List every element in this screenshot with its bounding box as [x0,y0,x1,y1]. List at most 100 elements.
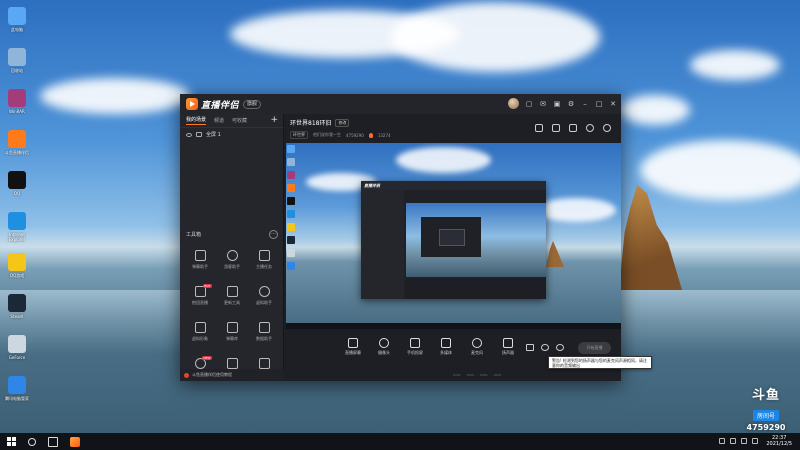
calendar-icon [226,322,238,333]
douyu-room-number: 4759290 [746,423,786,432]
cloud [640,140,800,200]
left-panel: 我的场景 频道 可收藏 + 全屏 1 工具箱 ··· 弹幕助手 游客助手 主播任务 H… [180,114,284,381]
tab-favorites[interactable]: 可收藏 [232,117,247,124]
add-scene-button[interactable]: + [270,116,278,125]
edit-icon[interactable] [569,124,577,132]
tool-item[interactable]: 弹幕库 [216,320,248,350]
minimize-icon[interactable]: – [581,100,589,108]
tab-my-scenes[interactable]: 我的场景 [186,117,207,125]
avatar-icon [194,322,206,333]
computer-icon [8,7,26,25]
tool-item[interactable]: 游客助手 [216,248,248,278]
preview-brand: 直播伴侣 [364,182,380,188]
video-camera-icon[interactable] [526,344,534,351]
gift-box-icon[interactable] [535,124,543,132]
room-number: 4759290 [346,132,364,138]
settings-icon [8,335,26,353]
task-view-icon[interactable] [48,436,58,447]
douyu-taskbar-icon[interactable] [70,436,80,447]
desktop-icon[interactable]: WinRAR [2,86,32,127]
clock[interactable]: 22:37 2021/12/5 [766,435,792,447]
desktop-icon[interactable]: 斗鱼直播伴侣 [2,127,32,168]
tool-item[interactable]: 虚拟助手 [248,284,280,314]
douyu-watermark: 斗鱼 房间号 4759290 [744,388,788,432]
source-button[interactable]: 手机投屏 [402,338,428,356]
screen-icon [348,338,358,348]
desktop-icon[interactable]: 此电脑 [2,4,32,45]
live-preview[interactable]: 直播伴侣 [286,143,621,329]
source-button[interactable]: 直播屏幕 [340,338,366,356]
desktop-icon[interactable]: QQ游戏 [2,250,32,291]
recycle-bin-icon [8,48,26,66]
desktop-icon[interactable]: Steam [2,291,32,332]
eye-icon[interactable] [186,132,192,137]
desktop-icon[interactable]: 回收站 [2,45,32,86]
lock-icon[interactable] [552,124,560,132]
tool-item[interactable]: 弹幕助手 [184,248,216,278]
user-avatar[interactable] [508,98,519,109]
tool-item[interactable]: HOT 抱团直播 [184,284,216,314]
room-title: 环世界818环旧 [290,120,332,127]
desktop-icon[interactable]: 腾讯电脑管家 [2,373,32,414]
preview-title-bar: 直播伴侣 [361,181,546,190]
tab-channel[interactable]: 频道 [214,117,224,124]
tool-item[interactable]: 虚拟形象 [184,320,216,350]
source-button[interactable]: 摄像头 [371,338,397,356]
title-bar[interactable]: 直播伴侣 旗舰 ▢ ✉ ▣ ⚙ – □ ✕ [180,94,621,114]
stream-controls [526,344,564,351]
source-button[interactable]: 麦克风 [464,338,490,356]
bell-icon[interactable] [586,124,594,132]
search-icon[interactable] [28,437,36,446]
tool-badge: NEW [202,356,212,360]
settings-gear-icon[interactable] [556,344,564,351]
edit-title-button[interactable]: 修改 [335,118,350,127]
maximize-icon[interactable]: □ [595,100,603,108]
message-icon[interactable]: ✉ [539,100,547,108]
status-stats: ▭▭ ▭▭ ▭▭ ▭▭ [453,372,501,377]
preview-icon [287,197,295,205]
desktop-icon[interactable]: QQ [2,168,32,209]
scene-item[interactable]: 全屏 1 [180,128,283,141]
more-icon [258,358,270,369]
clock-date: 2021/12/5 [766,441,792,447]
input-method-icon[interactable] [752,438,759,444]
tool-item[interactable]: 数据助手 [248,320,280,350]
preview-bottom-bar [406,279,546,299]
audio-warning-tooltip: 警告! 检测到您的扬声器与您的麦克风声源相同，请注意你的音频输出 [548,356,652,369]
tray-up-arrow-icon[interactable] [719,438,726,444]
desktop-icon[interactable]: Internet Explorer [2,209,32,250]
room-title-row: 环世界818环旧 修改 [290,118,391,127]
room-action-icons [535,124,611,132]
desktop-icon[interactable]: GeForce [2,332,32,373]
preview-icon [287,249,295,257]
chat-bubble-icon [194,250,206,261]
record-icon[interactable]: ▢ [525,100,533,108]
volume-icon[interactable] [741,438,748,444]
source-button[interactable]: 扬声器 [495,338,521,356]
desktop-icon-label: QQ游戏 [9,273,25,278]
tool-item[interactable]: 更新工具 [216,284,248,314]
tool-label: 弹幕库 [226,336,238,341]
warning-icon[interactable] [541,344,549,351]
close-icon[interactable]: ✕ [609,100,617,108]
preview-cloud [536,198,616,222]
start-live-button[interactable]: 开始直播 [578,342,611,354]
clipboard-icon [258,250,270,261]
windows-start-icon[interactable] [7,437,16,446]
preview-desktop-icons [287,145,297,275]
desktop-icon-label: QQ [13,191,21,196]
share-icon[interactable] [603,124,611,132]
toolbox-grid: 弹幕助手 游客助手 主播任务 HOT 抱团直播 更新工具 虚拟助手虚拟形象 弹幕库 数据助手 NE… [184,248,280,386]
more-tools-icon[interactable]: ··· [269,230,278,239]
tool-label: 抱团直播 [192,300,208,305]
network-icon[interactable] [730,438,737,444]
category-badge[interactable]: 环世界 [290,131,308,139]
preview-icon [287,171,295,179]
system-tray: 22:37 2021/12/5 [719,435,792,447]
edition-tag[interactable]: 旗舰 [243,99,262,109]
source-button[interactable]: 多媒体 [433,338,459,356]
tool-item[interactable]: 主播任务 [248,248,280,278]
settings-icon[interactable]: ⚙ [567,100,575,108]
gift-icon[interactable]: ▣ [553,100,561,108]
toolbox-title: 工具箱 [186,232,202,238]
